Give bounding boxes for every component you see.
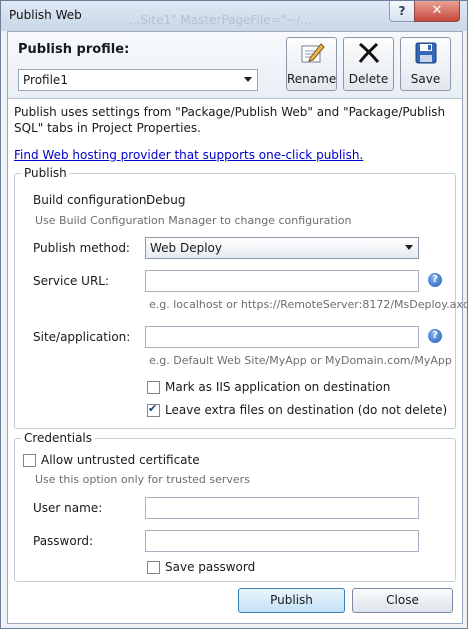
publish-profile-dropdown[interactable]: Profile1 bbox=[18, 69, 258, 91]
user-name-input[interactable] bbox=[145, 497, 419, 519]
password-label: Password: bbox=[33, 534, 94, 548]
window-title: Publish Web bbox=[9, 8, 82, 22]
background-editor-text: ...Site1" MasterPageFile="~/... bbox=[129, 13, 312, 27]
save-label: Save bbox=[410, 72, 441, 86]
service-url-hint: e.g. localhost or https://RemoteServer:8… bbox=[149, 298, 468, 311]
mark-iis-checkbox[interactable] bbox=[147, 381, 160, 394]
site-application-input[interactable] bbox=[145, 326, 419, 348]
delete-label: Delete bbox=[348, 72, 389, 86]
build-configuration-hint: Use Build Configuration Manager to chang… bbox=[35, 214, 352, 227]
site-application-hint: e.g. Default Web Site/MyApp or MyDomain.… bbox=[149, 354, 452, 367]
allow-untrusted-label[interactable]: Allow untrusted certificate bbox=[41, 453, 200, 467]
save-button[interactable]: Save bbox=[400, 37, 451, 91]
rename-icon bbox=[301, 43, 325, 63]
save-password-checkbox[interactable] bbox=[147, 561, 160, 574]
credentials-group-title: Credentials bbox=[21, 431, 96, 445]
publish-method-dropdown[interactable]: Web Deploy bbox=[145, 237, 419, 259]
allow-untrusted-checkbox[interactable] bbox=[23, 454, 36, 467]
dialog-client-area: Publish profile: Profile1 Rename Delete … bbox=[7, 31, 468, 624]
leave-extra-files-label[interactable]: Leave extra files on destination (do not… bbox=[165, 403, 447, 417]
publish-profile-value: Profile1 bbox=[23, 73, 68, 87]
close-window-button[interactable]: ✕ bbox=[414, 1, 460, 22]
save-icon bbox=[415, 42, 437, 64]
publish-method-label: Publish method: bbox=[33, 241, 130, 255]
service-url-input[interactable] bbox=[145, 270, 419, 292]
profile-header: Publish profile: Profile1 Rename Delete … bbox=[8, 32, 462, 99]
rename-label: Rename bbox=[287, 72, 337, 86]
site-application-help-icon[interactable]: ? bbox=[428, 329, 442, 343]
delete-icon bbox=[358, 42, 380, 63]
build-configuration-value: Debug bbox=[146, 193, 186, 207]
service-url-help-icon[interactable]: ? bbox=[428, 273, 442, 287]
publish-web-dialog: Publish Web ...Site1" MasterPageFile="~/… bbox=[0, 0, 468, 629]
hosting-provider-link[interactable]: Find Web hosting provider that supports … bbox=[14, 148, 363, 162]
password-input[interactable] bbox=[145, 530, 419, 552]
leave-extra-files-checkbox[interactable] bbox=[147, 402, 160, 417]
allow-untrusted-hint: Use this option only for trusted servers bbox=[35, 473, 250, 486]
delete-button[interactable]: Delete bbox=[343, 37, 394, 91]
site-application-label: Site/application: bbox=[33, 330, 131, 344]
publish-group: Publish Build configuration: Debug Use B… bbox=[14, 166, 468, 429]
user-name-label: User name: bbox=[33, 501, 103, 515]
info-text: Publish uses settings from "Package/Publ… bbox=[14, 105, 446, 135]
service-url-label: Service URL: bbox=[33, 274, 110, 288]
chevron-down-icon bbox=[244, 77, 252, 82]
mark-iis-label[interactable]: Mark as IIS application on destination bbox=[165, 380, 390, 394]
publish-profile-label: Publish profile: bbox=[18, 42, 130, 57]
close-button[interactable]: Close bbox=[352, 588, 453, 613]
save-password-label[interactable]: Save password bbox=[165, 560, 255, 574]
publish-group-title: Publish bbox=[21, 166, 70, 180]
title-bar[interactable]: Publish Web ...Site1" MasterPageFile="~/… bbox=[1, 1, 467, 31]
build-configuration-label: Build configuration: bbox=[33, 193, 151, 207]
rename-button[interactable]: Rename bbox=[286, 37, 337, 91]
help-button[interactable]: ? bbox=[389, 1, 415, 22]
chevron-down-icon bbox=[405, 245, 413, 250]
publish-method-value: Web Deploy bbox=[150, 241, 222, 255]
publish-button[interactable]: Publish bbox=[238, 588, 345, 613]
credentials-group: Credentials Allow untrusted certificate … bbox=[14, 431, 456, 582]
